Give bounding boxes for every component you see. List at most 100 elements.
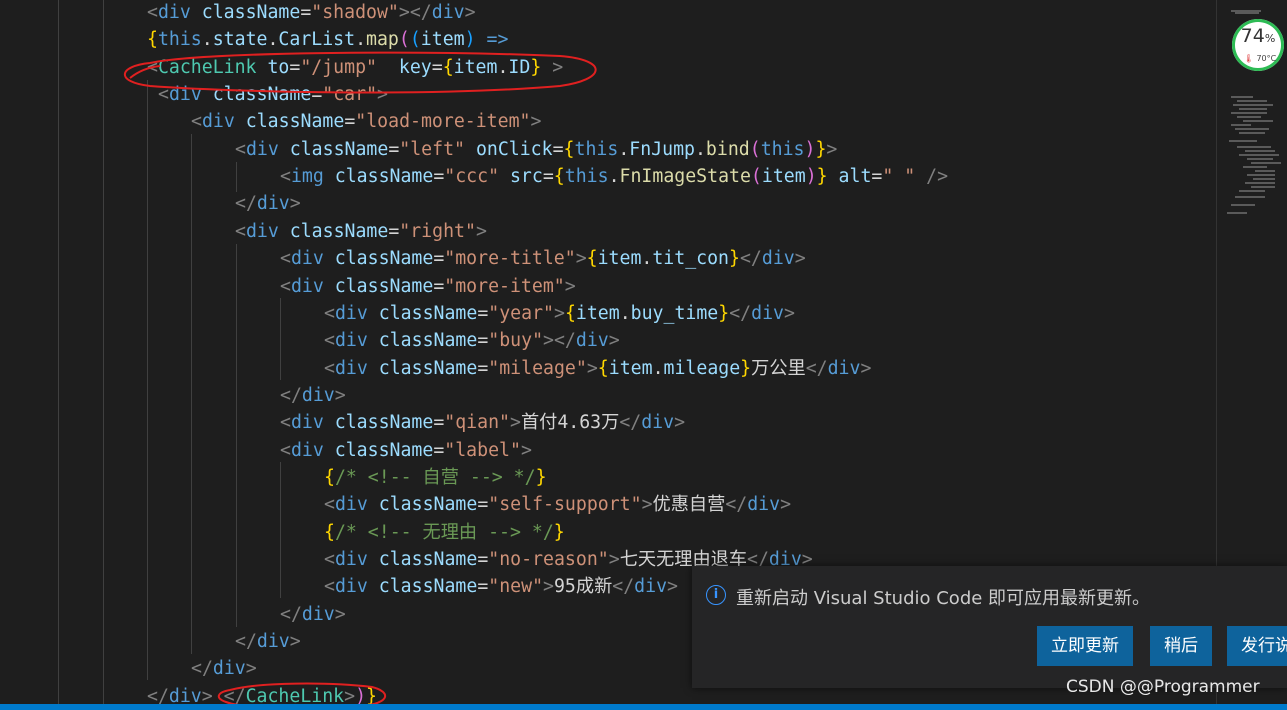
code-token: { <box>553 166 565 188</box>
code-token: > <box>641 494 653 516</box>
code-token: "/jump" <box>300 56 377 78</box>
code-token: div <box>575 330 609 352</box>
code-token: = <box>388 138 400 160</box>
code-token: < <box>280 248 291 270</box>
code-token: = <box>552 138 564 160</box>
code-token: . <box>267 29 279 51</box>
code-token: ID <box>508 56 531 78</box>
code-token: < <box>280 412 291 434</box>
code-token: className <box>378 330 478 352</box>
minimap-line <box>1233 104 1273 106</box>
code-token: = <box>477 549 489 570</box>
code-token: < <box>280 275 291 297</box>
code-token: { <box>586 248 598 270</box>
code-token: > <box>377 84 388 106</box>
indent-guide <box>147 80 148 680</box>
code-token: > <box>289 631 301 653</box>
code-token: } <box>740 357 752 379</box>
code-token: } <box>366 685 377 704</box>
code-token: > <box>520 439 532 461</box>
code-token: img <box>290 166 324 188</box>
code-token: div <box>168 685 202 704</box>
code-token: " " <box>882 166 916 188</box>
code-token: div <box>168 84 202 106</box>
code-token: > <box>586 357 598 379</box>
code-token: </ <box>280 384 302 406</box>
code-token: tit_con <box>652 248 730 270</box>
minimap-line <box>1247 158 1273 160</box>
code-token: </ <box>725 494 748 516</box>
indent-guide <box>236 244 237 627</box>
code-token: { <box>597 357 609 379</box>
minimap-line <box>1229 140 1257 142</box>
code-token: > <box>509 412 521 434</box>
code-token: ( <box>750 166 762 188</box>
code-token: > <box>826 138 838 160</box>
code-token: div <box>245 138 279 160</box>
code-token: this <box>157 29 202 51</box>
code-token: = <box>477 302 489 324</box>
code-token: item <box>575 302 620 324</box>
code-token: . <box>694 138 706 160</box>
code-token: this <box>760 138 805 160</box>
code-line: <div className="year">{item.buy_time}</d… <box>324 300 795 327</box>
code-token: } <box>718 302 730 324</box>
code-token: . <box>608 166 620 188</box>
later-button[interactable]: 稍后 <box>1150 626 1212 666</box>
code-line: <div className="load-more-item"> <box>191 108 541 135</box>
code-token: > <box>794 248 806 270</box>
code-token: > <box>475 220 487 242</box>
code-line: {/* <!-- 无理由 --> */} <box>324 519 565 546</box>
code-token: className <box>289 220 389 242</box>
code-token: > <box>344 685 356 704</box>
code-token: } <box>553 521 565 543</box>
code-line: <div className="buy"></div> <box>324 327 620 354</box>
code-line: </div> <box>280 601 346 628</box>
code-token: . <box>641 248 653 270</box>
code-line: <img className="ccc" src={this.FnImageSt… <box>280 163 948 190</box>
code-token: . <box>652 357 664 379</box>
code-token: < <box>324 357 335 379</box>
code-token: > <box>608 330 620 352</box>
code-token: className <box>334 412 434 434</box>
code-token: ) <box>805 166 817 188</box>
code-token: </ <box>191 658 213 680</box>
code-token: div <box>301 603 335 625</box>
code-token: state <box>212 29 268 51</box>
code-token: className <box>378 494 478 516</box>
code-token: = <box>344 111 356 133</box>
code-token: div <box>334 330 368 352</box>
code-token: = <box>477 357 489 379</box>
code-token: className <box>201 2 301 23</box>
minimap-line <box>1255 170 1275 172</box>
code-token: FnImageState <box>619 166 751 188</box>
code-token: div <box>747 494 781 516</box>
minimap-line <box>1239 108 1267 110</box>
release-notes-button[interactable]: 发行说明 <box>1227 626 1287 666</box>
code-line: {/* <!-- 自营 --> */} <box>324 464 547 491</box>
code-token: = <box>433 439 445 461</box>
code-token: ) <box>804 138 816 160</box>
code-line: <div className="label"> <box>280 437 532 464</box>
code-token: className <box>245 111 345 133</box>
code-token: item <box>420 29 465 51</box>
code-token: > <box>780 494 792 516</box>
code-token: div <box>431 2 465 23</box>
code-token: div <box>256 193 290 215</box>
gauge-percent: 74% <box>1240 25 1276 47</box>
code-line: <div className="right"> <box>235 218 487 245</box>
code-token: = <box>431 56 443 78</box>
update-now-button[interactable]: 立即更新 <box>1037 626 1133 666</box>
minimap-line <box>1231 124 1251 126</box>
code-token: </ <box>235 631 257 653</box>
code-token: { <box>442 56 454 78</box>
code-token: className <box>378 357 478 379</box>
